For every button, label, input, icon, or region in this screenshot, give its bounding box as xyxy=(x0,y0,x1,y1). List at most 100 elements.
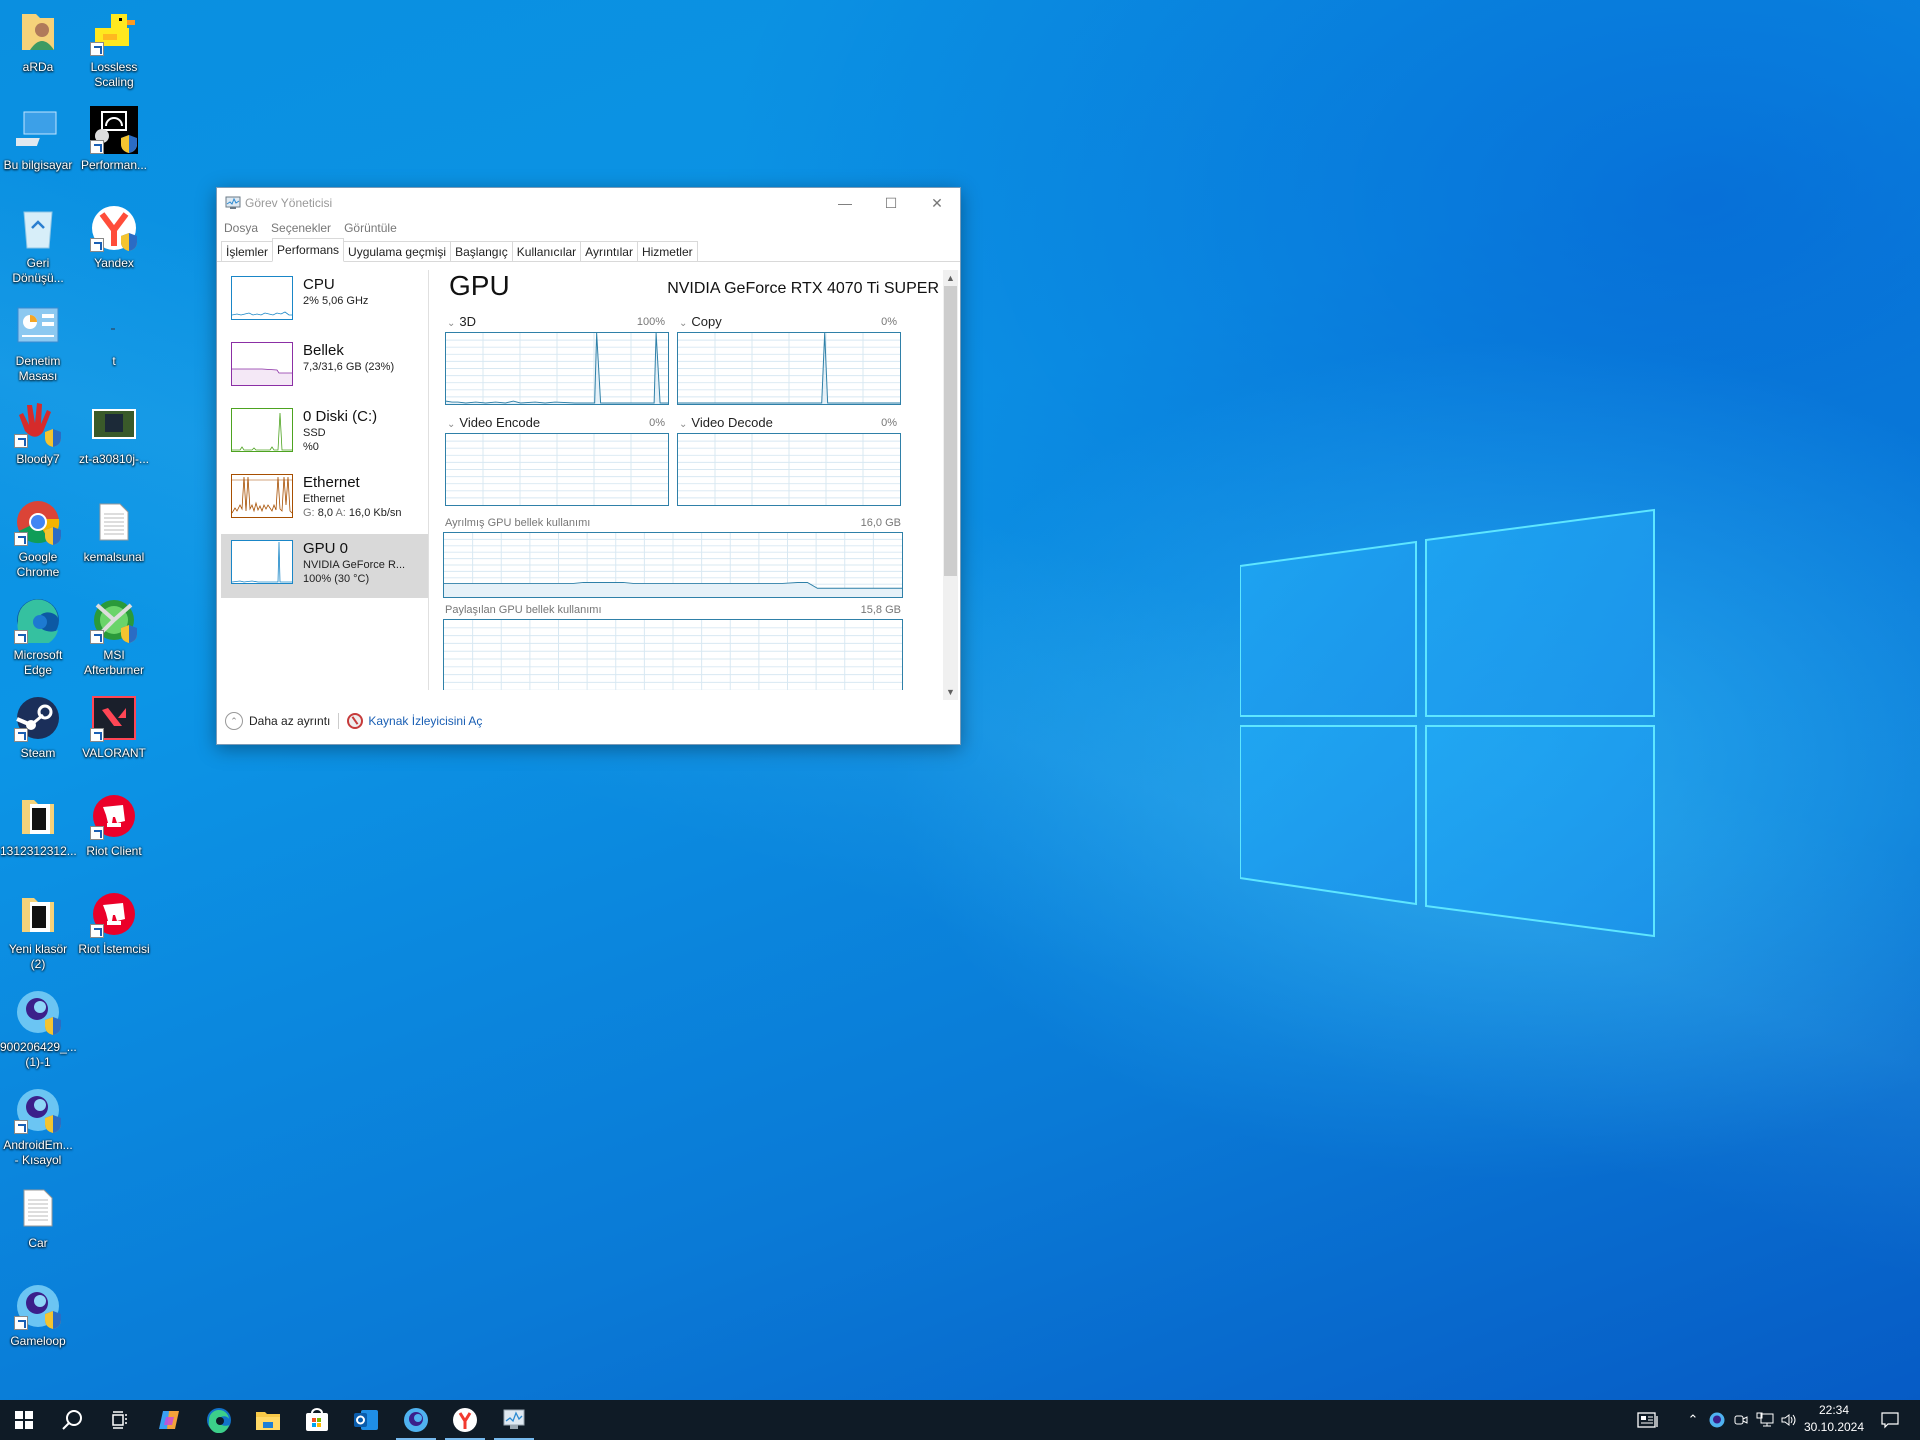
news-widget-button[interactable] xyxy=(1630,1400,1666,1440)
desktop-icon[interactable]: 900206429_... (1)-1 xyxy=(0,988,77,1070)
less-details-link[interactable]: Daha az ayrıntı xyxy=(249,714,330,728)
search-button[interactable] xyxy=(48,1400,96,1440)
desktop-icon[interactable]: kemalsunal xyxy=(76,498,152,565)
shortcut-arrow-icon xyxy=(90,630,104,644)
taskbar-edge[interactable] xyxy=(195,1400,243,1440)
taskbar-file-explorer[interactable] xyxy=(244,1400,292,1440)
desktop-icon[interactable]: Google Chrome xyxy=(0,498,76,580)
shortcut-arrow-icon xyxy=(14,532,28,546)
shortcut-arrow-icon xyxy=(14,1120,28,1134)
performance-icon xyxy=(90,106,138,154)
tab-performans[interactable]: Performans xyxy=(272,238,345,262)
ethernet-label: Ethernet xyxy=(303,474,360,491)
taskbar-yandex[interactable] xyxy=(441,1400,489,1440)
sidebar-item-ethernet[interactable]: Ethernet Ethernet G: 8,0 A: 16,0 Kb/sn xyxy=(221,468,428,528)
open-resource-monitor-link[interactable]: Kaynak İzleyicisini Aç xyxy=(368,714,482,728)
taskbar-task-manager[interactable] xyxy=(490,1400,538,1440)
scroll-up-arrow[interactable]: ▲ xyxy=(943,270,958,286)
engine-copy-label[interactable]: ⌄ Copy xyxy=(679,314,722,329)
desktop-icon[interactable]: Lossless Scaling xyxy=(76,8,152,90)
sidebar-item-disk[interactable]: 0 Diski (C:) SSD %0 xyxy=(221,402,428,462)
chevron-up-icon[interactable]: ⌃ xyxy=(225,712,243,730)
gpu-model: NVIDIA GeForce R... xyxy=(303,559,406,571)
desktop-icon[interactable]: VALORANT xyxy=(76,694,152,761)
desktop-icon-label: Performan... xyxy=(80,158,148,172)
desktop-icon[interactable]: Yandex xyxy=(76,204,152,271)
scrollbar-thumb[interactable] xyxy=(944,286,957,576)
shortcut-arrow-icon xyxy=(90,924,104,938)
tray-gameloop[interactable] xyxy=(1706,1400,1728,1440)
chevron-up-icon: ⌃ xyxy=(1687,1412,1699,1427)
engine-3d-graph xyxy=(445,332,669,405)
desktop-icon[interactable]: t xyxy=(76,302,152,369)
desktop-icon[interactable]: AndroidEm... - Kısayol xyxy=(0,1086,76,1168)
taskbar-copilot[interactable] xyxy=(146,1400,194,1440)
menu-goruntule[interactable]: Görüntüle xyxy=(344,221,397,235)
desktop-icon-label: 1312312312... xyxy=(0,844,77,858)
desktop-icon[interactable]: Gameloop xyxy=(0,1282,76,1349)
engine-decode-label[interactable]: ⌄ Video Decode xyxy=(679,415,773,430)
tab-hizmetler[interactable]: Hizmetler xyxy=(636,241,698,261)
engine-decode-pct: 0% xyxy=(881,417,897,429)
close-button[interactable]: ✕ xyxy=(914,188,960,218)
desktop-icon[interactable]: aRDa xyxy=(0,8,76,75)
copilot-icon xyxy=(159,1411,179,1429)
taskbar-gameloop[interactable] xyxy=(392,1400,440,1440)
desktop-icon[interactable]: Steam xyxy=(0,694,76,761)
vertical-scrollbar[interactable]: ▲ ▼ xyxy=(943,270,958,700)
desktop-icon[interactable]: Bloody7 xyxy=(0,400,76,467)
tab-islemler[interactable]: İşlemler xyxy=(221,241,274,261)
task-view-button[interactable] xyxy=(96,1400,144,1440)
desktop-icon[interactable]: Yeni klasör (2) xyxy=(0,890,76,972)
tray-camera[interactable] xyxy=(1730,1400,1752,1440)
engine-encode-label[interactable]: ⌄ Video Encode xyxy=(447,415,540,430)
gpu-thumbnail-graph xyxy=(231,540,293,584)
desktop-icon[interactable]: 1312312312... xyxy=(0,792,77,859)
desktop-icon[interactable]: MSI Afterburner xyxy=(76,596,152,678)
menu-secenekler[interactable]: Seçenekler xyxy=(271,221,331,235)
desktop-icon[interactable]: Geri Dönüşü... xyxy=(0,204,76,286)
title-bar[interactable]: Görev Yöneticisi — ☐ ✕ xyxy=(217,188,960,218)
tab-baslangic[interactable]: Başlangıç xyxy=(450,241,513,261)
action-center-button[interactable] xyxy=(1872,1400,1908,1440)
desktop-icon[interactable]: Bu bilgisayar xyxy=(0,106,76,173)
camera-icon xyxy=(1734,1415,1748,1425)
microsoft-store-icon xyxy=(306,1408,328,1431)
shared-memory-graph xyxy=(443,619,903,690)
desktop-icon[interactable]: Car xyxy=(0,1184,76,1251)
tray-network[interactable] xyxy=(1754,1400,1776,1440)
engine-3d-label[interactable]: ⌄ 3D xyxy=(447,314,476,329)
engine-copy-name: Copy xyxy=(691,314,722,329)
sidebar-item-memory[interactable]: Bellek 7,3/31,6 GB (23%) xyxy=(221,336,428,396)
tab-ayrintilar[interactable]: Ayrıntılar xyxy=(580,241,638,261)
tab-bar: İşlemler Performans Uygulama geçmişi Baş… xyxy=(217,238,960,262)
desktop-icon[interactable]: Performan... xyxy=(76,106,152,173)
system-clock[interactable]: 22:34 30.10.2024 xyxy=(1794,1402,1874,1436)
desktop-icon[interactable]: Riot Client xyxy=(76,792,152,859)
ethernet-adapter: Ethernet xyxy=(303,493,345,505)
gpu-heading: GPU xyxy=(449,270,510,301)
tab-kullanicilar[interactable]: Kullanıcılar xyxy=(511,241,582,261)
engine-copy-graph xyxy=(677,332,901,405)
desktop-icon[interactable]: zt-a30810j-... xyxy=(76,400,152,467)
sidebar-item-gpu0[interactable]: GPU 0 NVIDIA GeForce R... 100% (30 °C) xyxy=(221,534,428,598)
menu-dosya[interactable]: Dosya xyxy=(224,221,258,235)
taskbar-outlook[interactable] xyxy=(342,1400,390,1440)
start-button[interactable] xyxy=(0,1400,48,1440)
gpu-detail-panel: GPU NVIDIA GeForce RTX 4070 Ti SUPER ⌄ 3D… xyxy=(439,270,939,690)
gpu-full-name: NVIDIA GeForce RTX 4070 Ti SUPER xyxy=(667,280,939,297)
minimize-button[interactable]: — xyxy=(822,188,868,218)
desktop-icon[interactable]: Riot İstemcisi xyxy=(76,890,152,957)
tab-uygulama-gecmisi[interactable]: Uygulama geçmişi xyxy=(343,241,452,261)
taskbar-store[interactable] xyxy=(293,1400,341,1440)
recycle-bin-icon xyxy=(14,204,62,252)
send-value: 8,0 xyxy=(317,507,333,519)
show-hidden-icons-button[interactable]: ⌃ xyxy=(1682,1400,1704,1440)
sidebar-item-cpu[interactable]: CPU 2% 5,06 GHz xyxy=(221,270,428,330)
desktop-icon[interactable]: Denetim Masası xyxy=(0,302,76,384)
gpu-usage-temp: 100% (30 °C) xyxy=(303,573,370,585)
desktop-icon[interactable]: Microsoft Edge xyxy=(0,596,76,678)
folder-icon xyxy=(14,792,62,840)
maximize-button[interactable]: ☐ xyxy=(868,188,914,218)
shortcut-arrow-icon xyxy=(90,42,104,56)
